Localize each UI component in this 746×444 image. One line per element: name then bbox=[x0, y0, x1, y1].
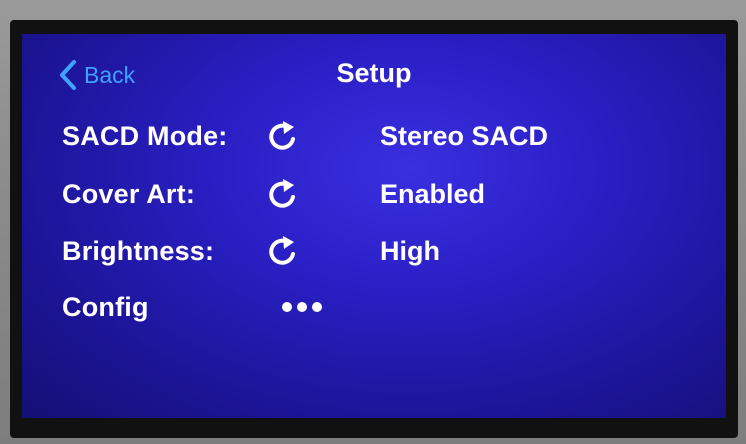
cycle-arrow-icon[interactable] bbox=[267, 177, 380, 211]
setting-row-brightness: Brightness: High bbox=[62, 231, 440, 271]
more-dots-icon[interactable] bbox=[267, 302, 380, 312]
setting-value[interactable]: High bbox=[380, 236, 440, 267]
setting-row-cover-art: Cover Art: Enabled bbox=[62, 174, 485, 214]
setting-row-sacd-mode: SACD Mode: Stereo SACD bbox=[62, 116, 548, 156]
setting-label: Cover Art: bbox=[62, 178, 196, 209]
setting-label: Config bbox=[62, 291, 149, 322]
setting-label: SACD Mode: bbox=[62, 120, 228, 151]
cycle-arrow-icon[interactable] bbox=[267, 119, 380, 153]
setting-row-config[interactable]: Config bbox=[62, 287, 380, 327]
setting-value[interactable]: Stereo SACD bbox=[380, 121, 548, 152]
setting-value[interactable]: Enabled bbox=[380, 179, 485, 210]
setting-label: Brightness: bbox=[62, 235, 215, 266]
device-screen: Back Setup SACD Mode: Stereo SACD Cover … bbox=[22, 34, 726, 418]
cycle-arrow-icon[interactable] bbox=[267, 234, 380, 268]
page-title: Setup bbox=[336, 58, 412, 88]
